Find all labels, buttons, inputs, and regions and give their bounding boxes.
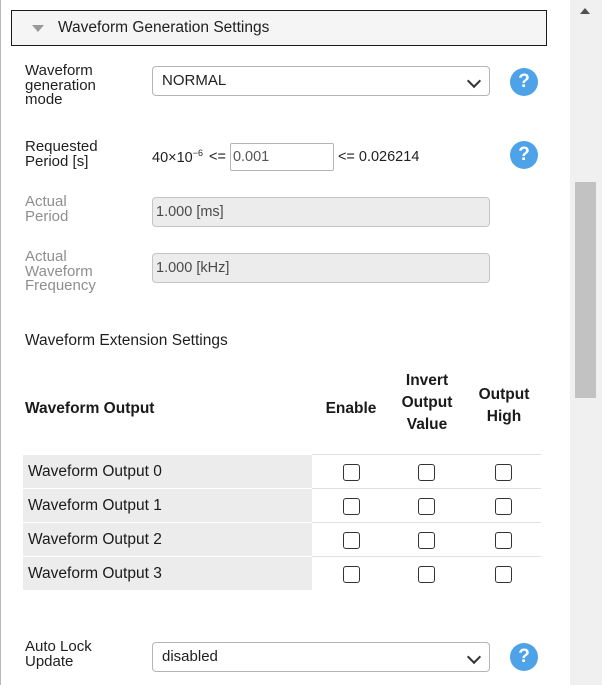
mode-label: Waveform generation mode <box>25 62 96 108</box>
column-header-enable: Enable <box>325 400 377 417</box>
vertical-scrollbar[interactable] <box>570 0 602 685</box>
output-name: Waveform Output 1 <box>23 489 312 522</box>
enable-checkbox[interactable] <box>343 566 360 583</box>
auto-lock-select-value: disabled <box>162 648 218 665</box>
actual-frequency-label: Actual Waveform Frequency <box>25 248 96 294</box>
chevron-down-icon <box>466 73 482 89</box>
scrollbar-thumb[interactable] <box>575 182 596 398</box>
actual-period-label: Actual Period <box>25 193 69 225</box>
mode-select[interactable]: NORMAL <box>152 66 490 96</box>
period-range: 40×10−6 <= <= 0.026214 <box>152 142 419 172</box>
mode-select-value: NORMAL <box>162 72 227 89</box>
help-icon[interactable]: ? <box>510 643 538 671</box>
enable-checkbox[interactable] <box>343 498 360 515</box>
actual-frequency-field: 1.000 [kHz] <box>152 253 490 283</box>
actual-period-field: 1.000 [ms] <box>152 197 490 227</box>
output-name: Waveform Output 2 <box>23 523 312 556</box>
section-title: Waveform Generation Settings <box>58 19 270 36</box>
table-row: Waveform Output 1 <box>23 489 541 523</box>
high-checkbox[interactable] <box>495 532 512 549</box>
period-min: 40×10−6 <box>152 148 203 166</box>
period-input[interactable] <box>229 143 334 171</box>
auto-lock-label: Auto Lock Update <box>25 638 92 670</box>
period-max: <= 0.026214 <box>337 149 420 165</box>
settings-panel: Waveform Generation Settings Waveform ge… <box>0 0 571 685</box>
section-header-waveform-generation[interactable]: Waveform Generation Settings <box>11 10 547 46</box>
invert-checkbox[interactable] <box>418 464 435 481</box>
collapse-triangle-icon[interactable] <box>32 24 44 32</box>
column-header-output: Waveform Output <box>25 400 155 417</box>
auto-lock-select[interactable]: disabled <box>152 642 490 672</box>
period-label: Requested Period [s] <box>25 138 98 170</box>
enable-checkbox[interactable] <box>343 464 360 481</box>
help-icon[interactable]: ? <box>510 141 538 169</box>
high-checkbox[interactable] <box>495 498 512 515</box>
column-header-high: Output High <box>478 386 530 425</box>
chevron-down-icon <box>466 649 482 665</box>
column-header-invert: Invert Output Value <box>401 372 453 433</box>
invert-checkbox[interactable] <box>418 532 435 549</box>
table-row: Waveform Output 0 <box>23 454 541 489</box>
output-name: Waveform Output 0 <box>23 455 312 488</box>
extension-settings-title: Waveform Extension Settings <box>25 332 228 349</box>
period-min-operator: <= <box>209 149 226 165</box>
output-name: Waveform Output 3 <box>23 557 312 590</box>
enable-checkbox[interactable] <box>343 532 360 549</box>
high-checkbox[interactable] <box>495 566 512 583</box>
help-icon[interactable]: ? <box>510 68 538 96</box>
invert-checkbox[interactable] <box>418 498 435 515</box>
table-row: Waveform Output 2 <box>23 523 541 557</box>
table-row: Waveform Output 3 <box>23 557 541 591</box>
high-checkbox[interactable] <box>495 464 512 481</box>
scroll-up-arrow-icon[interactable] <box>580 8 590 14</box>
invert-checkbox[interactable] <box>418 566 435 583</box>
